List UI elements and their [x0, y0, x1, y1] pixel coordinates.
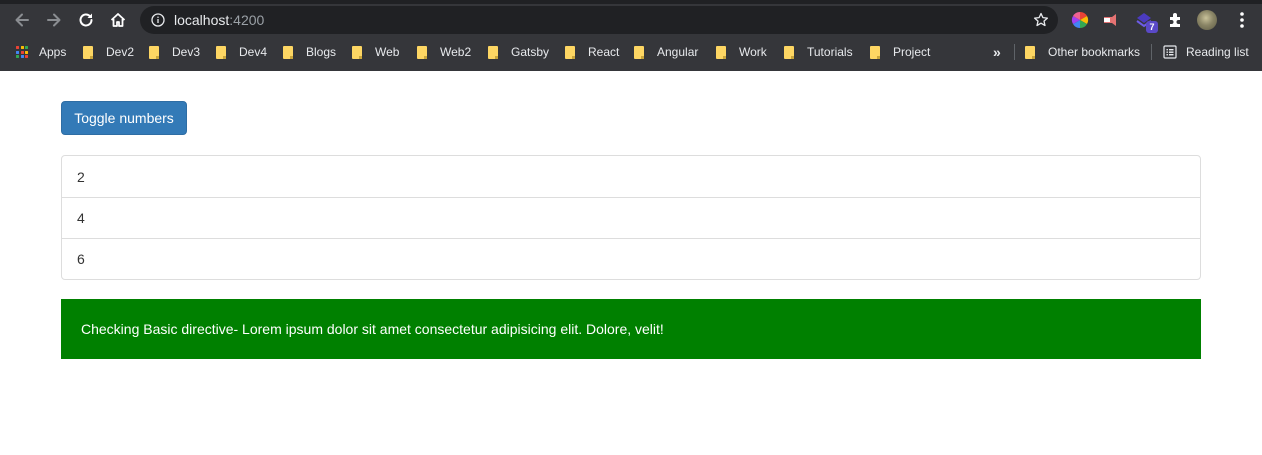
folder-icon: [149, 45, 159, 59]
bookmark-folder-project[interactable]: Project: [870, 40, 930, 64]
apps-grid-icon: [16, 46, 28, 58]
extension-badge: 7: [1146, 21, 1158, 33]
bookmark-label: Gatsby: [511, 45, 550, 59]
folder-icon: [488, 45, 498, 59]
info-icon[interactable]: [151, 13, 165, 27]
numbers-list: 2 4 6: [61, 155, 1201, 280]
bookmark-folder-tutorials[interactable]: Tutorials: [784, 40, 853, 64]
folder-icon: [634, 45, 644, 59]
other-bookmarks-label: Other bookmarks: [1048, 45, 1141, 59]
home-icon: [110, 13, 126, 27]
bookmark-label: Project: [893, 45, 931, 59]
bookmark-label: Web2: [440, 45, 472, 59]
browser-chrome: localhost:4200 7 Apps Dev2 Dev3 Dev4 Blo…: [0, 0, 1262, 71]
reading-list-label: Reading list: [1186, 45, 1249, 59]
bookmark-label: React: [588, 45, 620, 59]
puzzle-extensions-icon[interactable]: [1166, 10, 1186, 30]
profile-avatar[interactable]: [1197, 10, 1217, 30]
bookmark-apps[interactable]: Apps: [16, 40, 66, 64]
bookmark-label: Apps: [39, 45, 67, 59]
tab-strip-edge: [0, 0, 1262, 4]
bookmark-folder-dev2[interactable]: Dev2: [83, 40, 134, 64]
color-picker-extension-icon[interactable]: [1070, 10, 1090, 30]
bookmark-label: Blogs: [306, 45, 337, 59]
basic-directive-panel: Checking Basic directive- Lorem ipsum do…: [61, 299, 1201, 359]
bookmark-folder-gatsby[interactable]: Gatsby: [488, 40, 549, 64]
kebab-menu-icon[interactable]: [1232, 10, 1252, 30]
bookmark-folder-web[interactable]: Web: [352, 40, 399, 64]
forward-button[interactable]: [40, 8, 68, 32]
bookmark-star-icon[interactable]: [1033, 12, 1049, 28]
folder-icon: [565, 45, 575, 59]
list-item: 4: [62, 197, 1200, 238]
folder-icon: [870, 45, 880, 59]
bookmark-label: Dev2: [106, 45, 135, 59]
bookmarks-divider: [1014, 44, 1015, 60]
reload-icon: [79, 13, 93, 27]
folder-icon: [283, 45, 293, 59]
bookmark-folder-react[interactable]: React: [565, 40, 619, 64]
video-extension-icon[interactable]: [1101, 10, 1121, 30]
folder-icon: [784, 45, 794, 59]
bookmark-label: Work: [739, 45, 767, 59]
arrow-left-icon: [15, 13, 29, 27]
home-button[interactable]: [104, 8, 132, 32]
folder-icon: [352, 45, 362, 59]
list-item: 6: [62, 238, 1200, 279]
bookmark-folder-dev4[interactable]: Dev4: [216, 40, 267, 64]
list-item: 2: [77, 168, 85, 185]
toggle-numbers-button[interactable]: Toggle numbers: [61, 101, 187, 135]
folder-icon: [1025, 45, 1035, 59]
reload-button[interactable]: [72, 8, 100, 32]
bookmarks-bar: Apps Dev2 Dev3 Dev4 Blogs Web Web2 Gatsb…: [0, 40, 1262, 64]
reading-list[interactable]: Reading list: [1163, 40, 1249, 64]
folder-icon: [716, 45, 726, 59]
other-bookmarks[interactable]: Other bookmarks: [1025, 40, 1140, 64]
folder-icon: [83, 45, 93, 59]
bookmark-folder-dev3[interactable]: Dev3: [149, 40, 200, 64]
back-button[interactable]: [8, 8, 36, 32]
bookmark-folder-angular[interactable]: Angular: [634, 40, 698, 64]
folder-icon: [417, 45, 427, 59]
url-text: localhost:4200: [174, 12, 264, 28]
bookmark-folder-work[interactable]: Work: [716, 40, 767, 64]
bookmark-folder-blogs[interactable]: Blogs: [283, 40, 336, 64]
bookmarks-divider: [1151, 44, 1152, 60]
reading-list-icon: [1163, 45, 1177, 59]
more-bookmarks-chevron-icon[interactable]: »: [993, 44, 1001, 60]
bookmark-label: Dev4: [239, 45, 268, 59]
bookmark-label: Tutorials: [807, 45, 853, 59]
arrow-right-icon: [47, 13, 61, 27]
bookmark-label: Web: [375, 45, 400, 59]
url-host: localhost: [174, 12, 230, 28]
folder-icon: [216, 45, 226, 59]
bookmark-label: Angular: [657, 45, 699, 59]
address-bar[interactable]: localhost:4200: [140, 6, 1058, 34]
bookmark-folder-web2[interactable]: Web2: [417, 40, 471, 64]
url-port: :4200: [229, 12, 265, 28]
directive-text: Checking Basic directive- Lorem ipsum do…: [81, 321, 664, 337]
bookmark-label: Dev3: [172, 45, 201, 59]
